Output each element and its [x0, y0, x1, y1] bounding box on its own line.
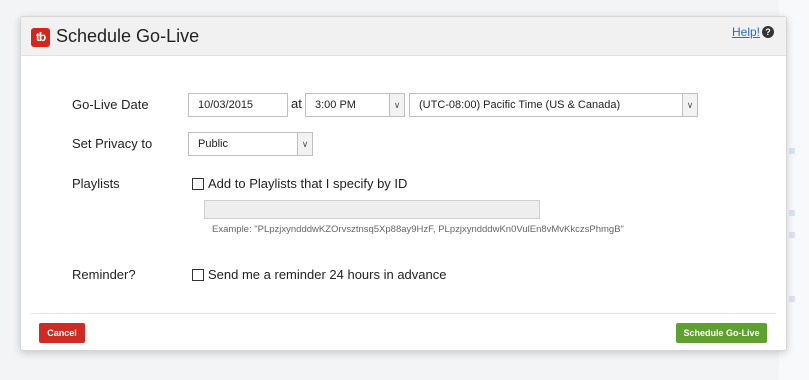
- schedule-go-live-button[interactable]: Schedule Go-Live: [676, 323, 767, 343]
- dialog-header: tb Schedule Go-Live Help! ?: [21, 17, 786, 56]
- privacy-select-value: Public: [198, 138, 228, 150]
- reminder-label: Reminder?: [72, 267, 136, 282]
- chevron-down-icon: ∨: [389, 94, 404, 116]
- chevron-down-icon: ∨: [682, 94, 697, 116]
- timezone-select-value: (UTC-08:00) Pacific Time (US & Canada): [419, 99, 621, 111]
- schedule-go-live-dialog: tb Schedule Go-Live Help! ? Go-Live Date…: [20, 16, 787, 351]
- reminder-checkbox-label[interactable]: Send me a reminder 24 hours in advance: [208, 267, 446, 282]
- time-select[interactable]: 3:00 PM ∨: [305, 93, 405, 117]
- help-question-icon[interactable]: ?: [762, 26, 774, 38]
- playlists-label: Playlists: [72, 176, 120, 191]
- help-link[interactable]: Help!: [732, 25, 760, 39]
- tubebuddy-logo-icon: tb: [31, 28, 50, 47]
- privacy-label: Set Privacy to: [72, 136, 153, 151]
- chevron-down-icon: ∨: [297, 133, 312, 155]
- cancel-button[interactable]: Cancel: [39, 323, 85, 343]
- time-select-value: 3:00 PM: [315, 99, 356, 111]
- go-live-date-label: Go-Live Date: [72, 97, 149, 112]
- playlists-checkbox[interactable]: [192, 178, 204, 190]
- reminder-checkbox[interactable]: [192, 269, 204, 281]
- dialog-title: Schedule Go-Live: [56, 26, 200, 46]
- playlist-ids-input[interactable]: [204, 200, 540, 219]
- at-label: at: [291, 96, 302, 111]
- go-live-date-value: 10/03/2015: [198, 99, 254, 111]
- timezone-select[interactable]: (UTC-08:00) Pacific Time (US & Canada) ∨: [409, 93, 698, 117]
- playlist-example-text: Example: "PLpzjxyndddwKZOrvsztnsq5Xp88ay…: [212, 224, 624, 235]
- go-live-date-input[interactable]: 10/03/2015: [188, 93, 288, 117]
- playlists-checkbox-label[interactable]: Add to Playlists that I specify by ID: [208, 176, 407, 191]
- privacy-select[interactable]: Public ∨: [188, 132, 313, 156]
- footer-divider: [31, 313, 776, 314]
